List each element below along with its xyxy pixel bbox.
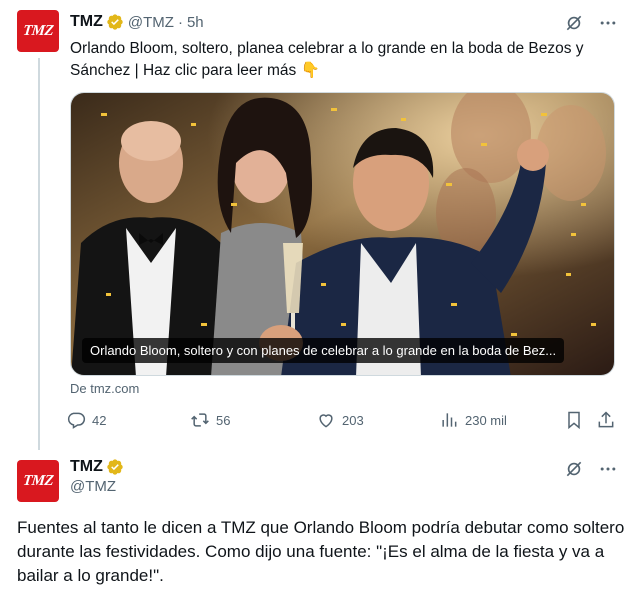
tweet-card[interactable]: TMZ TMZ @TMZ Fuentes al tanto le dicen a… xyxy=(0,448,640,598)
heart-icon xyxy=(316,410,336,430)
tweet-text: Orlando Bloom, soltero, planea celebrar … xyxy=(70,40,584,79)
grok-icon[interactable] xyxy=(564,459,584,479)
media-card[interactable]: Orlando Bloom, soltero y con planes de c… xyxy=(70,92,615,376)
timestamp[interactable]: 5h xyxy=(187,14,204,31)
bookmark-icon xyxy=(564,410,584,430)
grok-icon[interactable] xyxy=(564,13,584,33)
verified-badge-icon[interactable] xyxy=(106,458,124,476)
tweet-card[interactable]: TMZ TMZ @TMZ · 5h Orlando Bloom, soltero… xyxy=(0,0,640,450)
repost-button[interactable]: 56 xyxy=(190,410,230,430)
like-count: 203 xyxy=(342,412,364,428)
tweet-top-actions xyxy=(564,13,618,33)
reply-button[interactable]: 42 xyxy=(66,410,106,430)
tweet-text: Fuentes al tanto le dicen a TMZ que Orla… xyxy=(17,518,625,585)
bookmark-button[interactable] xyxy=(564,410,584,430)
avatar-logo-text: TMZ xyxy=(22,472,54,489)
repost-count: 56 xyxy=(216,412,231,428)
views-count: 230 mil xyxy=(465,412,507,428)
share-icon xyxy=(596,410,616,430)
thread-connector-line xyxy=(38,58,40,450)
handle[interactable]: @TMZ xyxy=(128,14,174,31)
media-image xyxy=(71,93,614,375)
handle[interactable]: @TMZ xyxy=(70,478,116,495)
display-name[interactable]: TMZ xyxy=(70,458,103,476)
more-icon[interactable] xyxy=(598,13,618,33)
link-source[interactable]: De tmz.com xyxy=(70,381,139,396)
reply-icon xyxy=(66,410,86,430)
share-button[interactable] xyxy=(596,410,616,430)
avatar[interactable]: TMZ xyxy=(17,460,59,502)
avatar-logo-text: TMZ xyxy=(22,22,54,39)
separator-dot: · xyxy=(177,13,183,31)
tweet-header: TMZ xyxy=(70,456,128,478)
more-icon[interactable] xyxy=(598,459,618,479)
views-button[interactable]: 230 mil xyxy=(439,410,507,430)
views-chart-icon xyxy=(439,410,459,430)
media-caption: Orlando Bloom, soltero y con planes de c… xyxy=(82,338,565,363)
like-button[interactable]: 203 xyxy=(316,410,364,430)
reply-count: 42 xyxy=(92,412,107,428)
repost-icon xyxy=(190,410,210,430)
tweet-header: TMZ @TMZ · 5h xyxy=(70,11,204,33)
tweet-action-bar: 42 56 203 230 mil xyxy=(66,410,618,434)
verified-badge-icon[interactable] xyxy=(106,13,124,31)
tweet-top-actions xyxy=(564,459,618,479)
avatar[interactable]: TMZ xyxy=(17,10,59,52)
display-name[interactable]: TMZ xyxy=(70,13,103,31)
